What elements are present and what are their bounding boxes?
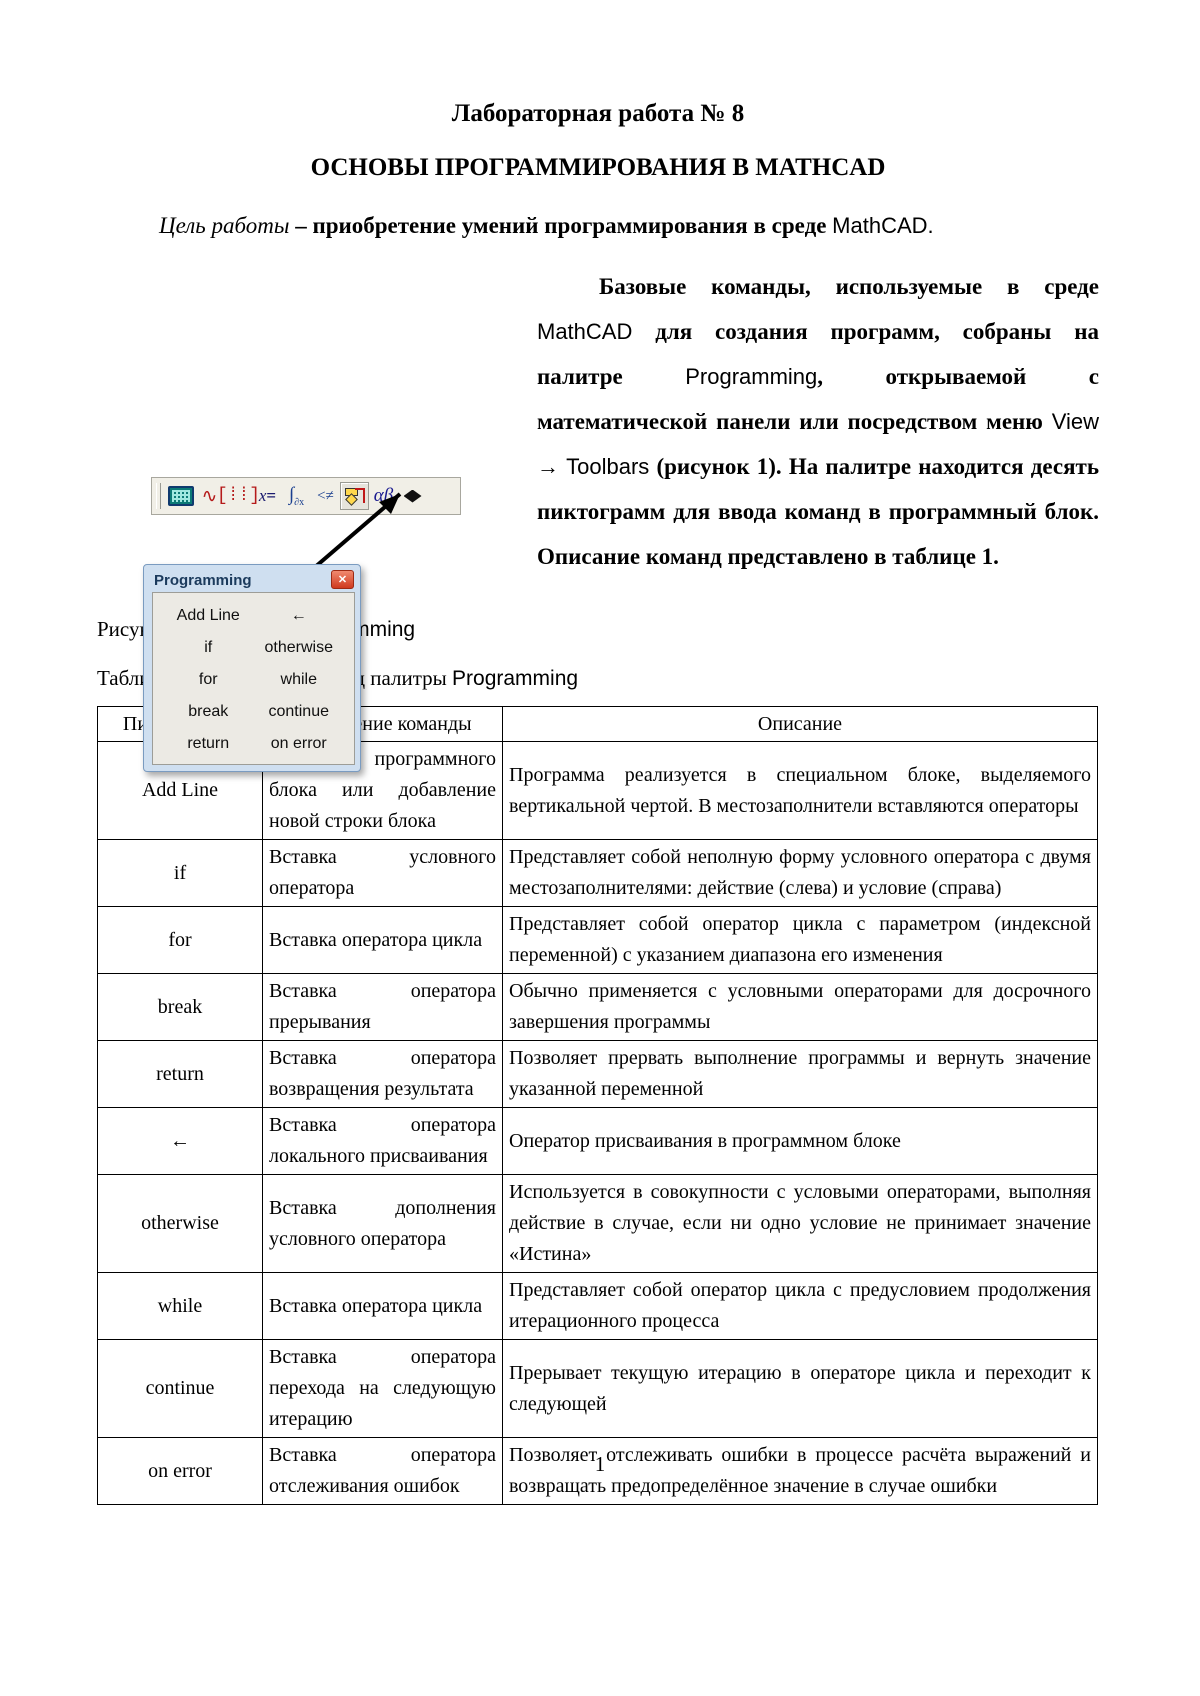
cell-description: Представляет собой оператор цикла с пред…	[502, 1272, 1098, 1340]
evaluation-icon[interactable]: x=	[253, 482, 282, 510]
intro-mathcad: MathCAD	[537, 319, 633, 344]
cell-description: Представляет собой оператор цикла с пара…	[502, 906, 1098, 974]
table-row: return Вставка оператора возвращения рез…	[97, 1040, 1098, 1108]
boolean-icon[interactable]: <≠	[311, 482, 340, 510]
col-header-description: Описание	[502, 706, 1098, 742]
intro-toolbars: Toolbars	[566, 454, 650, 479]
palette-btn-for[interactable]: for	[163, 664, 254, 696]
cell-icon: while	[97, 1272, 263, 1340]
programming-palette-window[interactable]: Programming ✕ Add Line ← if otherwise fo…	[143, 564, 361, 772]
table-row: break Вставка оператора прерывания Обычн…	[97, 973, 1098, 1041]
table-body: Add Line Создание программного блока или…	[97, 741, 1098, 1505]
palette-command-grid: Add Line ← if otherwise for while break …	[163, 601, 344, 758]
page-number: 1	[594, 1452, 606, 1476]
figure-1-area: ∿ [⁞⁞] x= ∫∂x <≠ αβ Programming ✕ Add Li…	[97, 264, 1099, 772]
matrix-icon[interactable]: [⁞⁞]	[217, 482, 260, 510]
palette-btn-if[interactable]: if	[163, 632, 254, 664]
close-icon[interactable]: ✕	[331, 570, 354, 589]
toolbar-grip[interactable]	[156, 483, 161, 509]
page-content: Лабораторная работа № 8 ОСНОВЫ ПРОГРАММИ…	[97, 100, 1099, 1505]
cell-purpose: Вставка оператора цикла	[262, 1272, 503, 1340]
table-row: continue Вставка оператора перехода на с…	[97, 1339, 1098, 1438]
goal-label: Цель работы	[159, 213, 290, 238]
cell-description: Программа реализуется в специальном блок…	[502, 741, 1098, 840]
cell-purpose: Вставка оператора прерывания	[262, 973, 503, 1041]
cell-purpose: Вставка дополнения условного оператора	[262, 1174, 503, 1273]
greek-icon[interactable]: αβ	[369, 482, 398, 510]
palette-btn-on-error[interactable]: on error	[254, 728, 345, 760]
cell-description: Обычно применяется с условными оператора…	[502, 973, 1098, 1041]
goal-mathcad: MathCAD.	[832, 213, 934, 238]
intro-part-1: Базовые команды, используемые в среде	[599, 274, 1099, 299]
table-row: ← Вставка оператора локального присваива…	[97, 1107, 1098, 1175]
goal-text: – приобретение умений программирования в…	[289, 213, 833, 238]
table-row: while Вставка оператора цикла Представля…	[97, 1272, 1098, 1340]
table-caption-latin: Programming	[452, 667, 579, 690]
calculator-icon[interactable]	[166, 482, 195, 510]
cell-purpose: Вставка оператора возвращения результата	[262, 1040, 503, 1108]
programming-icon[interactable]	[340, 482, 369, 510]
page-subtitle: ОСНОВЫ ПРОГРАММИРОВАНИЯ В MATHCAD	[310, 153, 886, 181]
symbolic-icon[interactable]	[398, 482, 427, 510]
intro-view: View	[1051, 409, 1099, 434]
palette-btn-return[interactable]: return	[163, 728, 254, 760]
cell-description: Оператор присваивания в программном блок…	[502, 1107, 1098, 1175]
cell-icon: if	[97, 839, 263, 907]
intro-arrow-icon: →	[537, 454, 567, 479]
palette-btn-otherwise[interactable]: otherwise	[254, 632, 345, 664]
table-row: for Вставка оператора цикла Представляет…	[97, 906, 1098, 974]
cell-purpose: Вставка оператора локального присваивани…	[262, 1107, 503, 1175]
goal-paragraph: Цель работы – приобретение умений програ…	[97, 203, 1099, 248]
table-row: otherwise Вставка дополнения условного о…	[97, 1174, 1098, 1273]
palette-btn-continue[interactable]: continue	[254, 696, 345, 728]
palette-body: Add Line ← if otherwise for while break …	[152, 592, 355, 765]
calculus-icon[interactable]: ∫∂x	[282, 482, 311, 510]
cell-icon: otherwise	[97, 1174, 263, 1273]
document-page: Лабораторная работа № 8 ОСНОВЫ ПРОГРАММИ…	[0, 0, 1200, 1696]
page-title: Лабораторная работа № 8	[451, 100, 745, 127]
table-row: if Вставка условного оператора Представл…	[97, 839, 1098, 907]
intro-paragraph: Базовые команды, используемые в среде Ma…	[537, 264, 1099, 579]
cell-description: Прерывает текущую итерацию в операторе ц…	[502, 1339, 1098, 1438]
cell-description: Представляет собой неполную форму условн…	[502, 839, 1098, 907]
cell-icon: continue	[97, 1339, 263, 1438]
cell-icon: for	[97, 906, 263, 974]
palette-title: Programming	[154, 571, 252, 589]
cell-purpose: Вставка условного оператора	[262, 839, 503, 907]
cell-icon: break	[97, 973, 263, 1041]
palette-title-bar[interactable]: Programming ✕	[147, 568, 357, 592]
cell-purpose: Вставка оператора цикла	[262, 906, 503, 974]
palette-btn-add-line[interactable]: Add Line	[163, 600, 254, 632]
cell-purpose: Вставка оператора перехода на следующую …	[262, 1339, 503, 1438]
cell-description: Используется в совокупности с условыми о…	[502, 1174, 1098, 1273]
cell-description: Позволяет прервать выполнение программы …	[502, 1040, 1098, 1108]
cell-icon: ←	[97, 1107, 263, 1175]
commands-table: Пиктограмма Назначение команды Описание …	[97, 706, 1098, 1505]
palette-btn-while[interactable]: while	[254, 664, 345, 696]
palette-btn-break[interactable]: break	[163, 696, 254, 728]
cell-icon: return	[97, 1040, 263, 1108]
math-toolbar[interactable]: ∿ [⁞⁞] x= ∫∂x <≠ αβ	[151, 477, 461, 515]
intro-programming: Programming	[685, 364, 818, 389]
palette-btn-local-assign[interactable]: ←	[254, 600, 345, 632]
